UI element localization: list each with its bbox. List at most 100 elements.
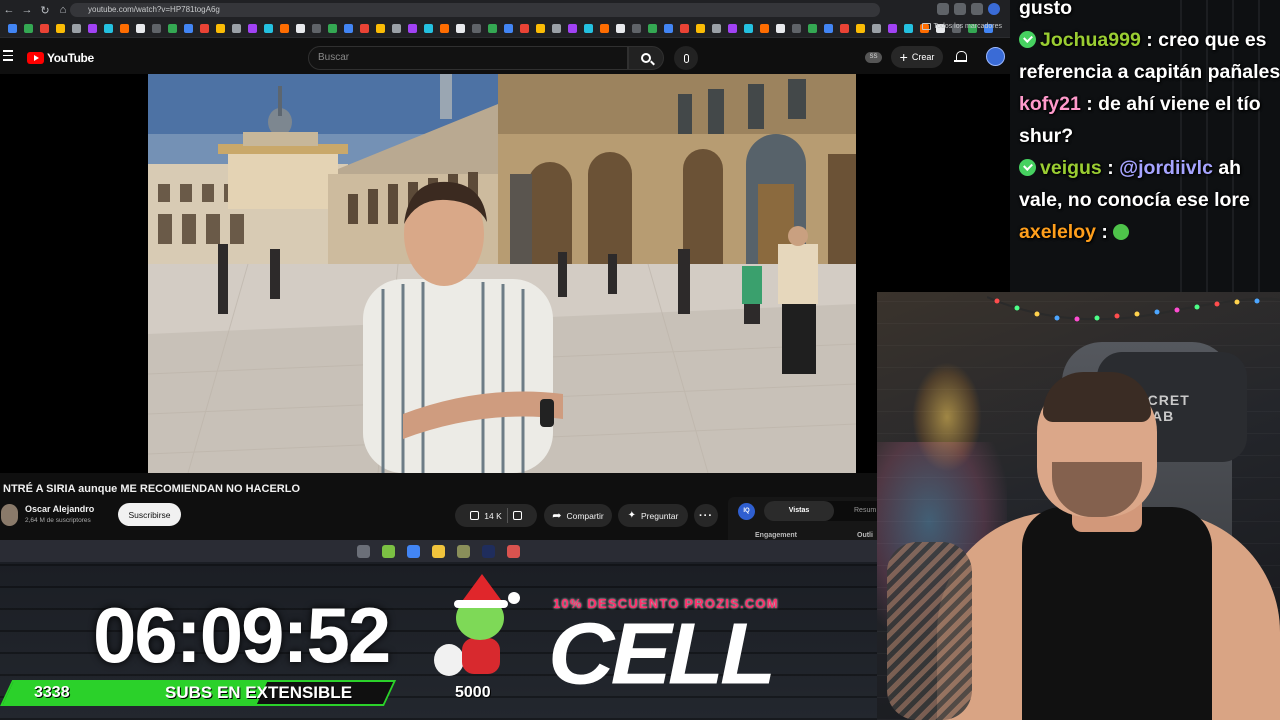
bookmark-icon[interactable]: [663, 24, 673, 33]
subscribe-button[interactable]: Suscribirse: [118, 503, 181, 526]
like-icon[interactable]: [470, 511, 480, 520]
create-button[interactable]: + Crear: [891, 46, 943, 68]
bookmark-icon[interactable]: [471, 24, 481, 33]
bookmark-icon[interactable]: [199, 24, 209, 33]
bookmark-icon[interactable]: [519, 24, 529, 33]
bookmark-icon[interactable]: [711, 24, 721, 33]
youtube-logo[interactable]: YouTube: [27, 51, 94, 65]
chat-username[interactable]: kofy21: [1019, 93, 1081, 115]
bookmark-icon[interactable]: [247, 24, 257, 33]
search-input[interactable]: Buscar: [308, 46, 628, 70]
bookmark-icon[interactable]: [439, 24, 449, 33]
chat-mention[interactable]: @jordiivlc: [1119, 157, 1213, 179]
taskbar-app-icon[interactable]: [407, 544, 420, 558]
bookmark-icon[interactable]: [263, 24, 273, 33]
chat-username[interactable]: veigus: [1040, 157, 1102, 179]
dislike-icon[interactable]: [512, 511, 522, 520]
address-bar[interactable]: youtube.com/watch?v=HP781togA6g: [70, 3, 880, 17]
bookmark-icon[interactable]: [215, 24, 225, 33]
bookmark-icon[interactable]: [279, 24, 289, 33]
bookmark-icon[interactable]: [39, 24, 49, 33]
taskbar-app-icon[interactable]: [382, 544, 395, 558]
extension-icon[interactable]: [971, 3, 983, 15]
extension-icon[interactable]: [937, 3, 949, 15]
bookmark-icon[interactable]: [823, 24, 833, 33]
bookmark-icon[interactable]: [551, 24, 561, 33]
bookmark-icon[interactable]: [615, 24, 625, 33]
like-count[interactable]: 14 K: [484, 511, 502, 521]
bookmark-icon[interactable]: [599, 24, 609, 33]
bookmark-icon[interactable]: [695, 24, 705, 33]
bookmark-icon[interactable]: [855, 24, 865, 33]
notifications-bell-icon[interactable]: [954, 51, 967, 63]
bookmark-icon[interactable]: [423, 24, 433, 33]
bookmark-icon[interactable]: [567, 24, 577, 33]
all-bookmarks-folder[interactable]: Todos los marcadores: [921, 23, 1002, 30]
bookmark-icon[interactable]: [503, 24, 513, 33]
bookmark-icon[interactable]: [327, 24, 337, 33]
search-button[interactable]: [628, 46, 664, 70]
chat-username[interactable]: axeleloy: [1019, 221, 1096, 243]
taskbar-app-icon[interactable]: [507, 544, 520, 558]
bookmark-icon[interactable]: [759, 24, 769, 33]
extension-icon[interactable]: [954, 3, 966, 15]
tab-vistas[interactable]: Vistas: [764, 501, 834, 521]
bookmark-icon[interactable]: [167, 24, 177, 33]
bookmark-icon[interactable]: [23, 24, 33, 33]
bookmark-icon[interactable]: [375, 24, 385, 33]
chat-username[interactable]: Jochua999: [1040, 29, 1141, 51]
bookmark-icon[interactable]: [71, 24, 81, 33]
bookmark-icon[interactable]: [583, 24, 593, 33]
bookmark-icon[interactable]: [487, 24, 497, 33]
bookmark-icon[interactable]: [87, 24, 97, 33]
iq-logo[interactable]: IQ: [738, 503, 755, 520]
bookmark-icon[interactable]: [311, 24, 321, 33]
bookmark-icon[interactable]: [343, 24, 353, 33]
bookmark-icon[interactable]: [727, 24, 737, 33]
taskbar-app-icon[interactable]: [482, 544, 495, 558]
video-player[interactable]: [0, 74, 1010, 473]
taskbar-app-icon[interactable]: [432, 544, 445, 558]
forward-icon[interactable]: →: [18, 1, 36, 19]
reload-icon[interactable]: ↻: [36, 1, 54, 19]
bookmark-icon[interactable]: [791, 24, 801, 33]
bookmark-icon[interactable]: [631, 24, 641, 33]
bookmark-icon[interactable]: [743, 24, 753, 33]
bookmark-icon[interactable]: [151, 24, 161, 33]
back-icon[interactable]: ←: [0, 1, 18, 19]
ask-button[interactable]: ✦ Preguntar: [618, 504, 688, 527]
bookmark-icon[interactable]: [55, 24, 65, 33]
video-frame[interactable]: [148, 74, 856, 473]
bookmark-icon[interactable]: [7, 24, 17, 33]
taskbar-app-icon[interactable]: [457, 544, 470, 558]
taskbar-app-icon[interactable]: [357, 544, 370, 558]
bookmark-icon[interactable]: [887, 24, 897, 33]
bookmark-icon[interactable]: [231, 24, 241, 33]
ss-badge[interactable]: SS: [865, 52, 882, 63]
bookmark-icon[interactable]: [407, 24, 417, 33]
bookmark-icon[interactable]: [359, 24, 369, 33]
channel-name[interactable]: Oscar Alejandro: [25, 504, 94, 514]
bookmark-icon[interactable]: [119, 24, 129, 33]
bookmark-icon[interactable]: [903, 24, 913, 33]
bookmark-icon[interactable]: [103, 24, 113, 33]
share-button[interactable]: ➦ Compartir: [544, 504, 612, 527]
bookmark-icon[interactable]: [839, 24, 849, 33]
bookmark-icon[interactable]: [135, 24, 145, 33]
bookmark-icon[interactable]: [535, 24, 545, 33]
bookmark-icon[interactable]: [647, 24, 657, 33]
profile-icon[interactable]: [988, 3, 1000, 15]
more-actions-button[interactable]: ···: [694, 504, 718, 527]
account-avatar[interactable]: [986, 47, 1005, 66]
bookmark-icon[interactable]: [295, 24, 305, 33]
bookmark-icon[interactable]: [807, 24, 817, 33]
tab-resumen[interactable]: Resum: [854, 501, 876, 521]
bookmark-icon[interactable]: [455, 24, 465, 33]
bookmark-icon[interactable]: [871, 24, 881, 33]
menu-icon[interactable]: [3, 50, 13, 64]
channel-avatar[interactable]: [1, 504, 18, 526]
bookmark-icon[interactable]: [775, 24, 785, 33]
bookmark-icon[interactable]: [679, 24, 689, 33]
bookmark-icon[interactable]: [391, 24, 401, 33]
bookmark-icon[interactable]: [183, 24, 193, 33]
